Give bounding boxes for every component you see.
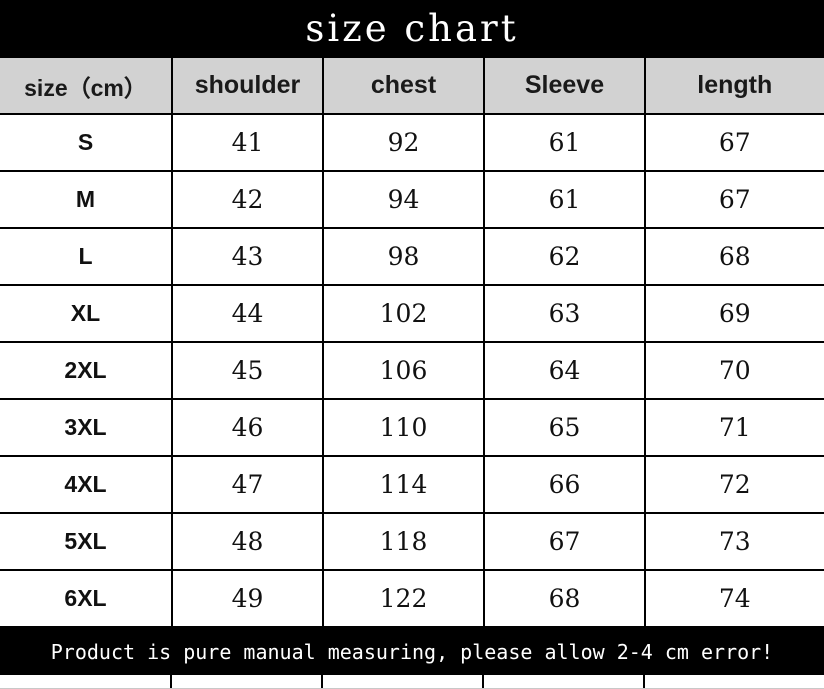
cell-size: 3XL: [0, 399, 173, 457]
cell-size: 6XL: [0, 570, 173, 628]
table-row: XL 44 102 63 69: [0, 285, 824, 343]
table-row: S 41 92 61 67: [0, 114, 824, 172]
table-row: M 42 94 61 67: [0, 171, 824, 229]
size-chart-image: size chart size（cm） shoulder chest Sleev…: [0, 0, 824, 689]
cell-shoulder: 49: [172, 570, 324, 628]
column-header-length: length: [645, 58, 824, 115]
cell-shoulder: 48: [172, 513, 324, 571]
table-row: 3XL 46 110 65 71: [0, 399, 824, 457]
cell-length: 73: [645, 513, 824, 571]
grid-divider: [482, 675, 484, 688]
cell-length: 70: [645, 342, 824, 400]
cell-size: M: [0, 171, 173, 229]
cell-shoulder: 42: [172, 171, 324, 229]
table-body: S 41 92 61 67 M 42 94 61 67 L 43 98 62 6…: [0, 114, 824, 628]
cell-length: 72: [645, 456, 824, 514]
grid-divider: [170, 675, 172, 688]
footer-note-band: Product is pure manual measuring, please…: [0, 628, 824, 675]
column-header-chest: chest: [323, 58, 485, 115]
size-chart-table: size（cm） shoulder chest Sleeve length S …: [0, 58, 824, 628]
cell-sleeve: 66: [484, 456, 646, 514]
cell-shoulder: 41: [172, 114, 324, 172]
cell-chest: 118: [323, 513, 485, 571]
cell-shoulder: 47: [172, 456, 324, 514]
cell-sleeve: 64: [484, 342, 646, 400]
cell-size: 2XL: [0, 342, 173, 400]
grid-divider: [321, 675, 323, 688]
page-title: size chart: [305, 7, 519, 50]
cell-shoulder: 46: [172, 399, 324, 457]
cell-size: XL: [0, 285, 173, 343]
cell-shoulder: 44: [172, 285, 324, 343]
cell-chest: 102: [323, 285, 485, 343]
cell-chest: 94: [323, 171, 485, 229]
cell-sleeve: 67: [484, 513, 646, 571]
cell-length: 68: [645, 228, 824, 286]
cell-length: 74: [645, 570, 824, 628]
table-header: size（cm） shoulder chest Sleeve length: [0, 58, 824, 115]
cell-length: 69: [645, 285, 824, 343]
cell-sleeve: 61: [484, 114, 646, 172]
cell-size: 5XL: [0, 513, 173, 571]
cell-chest: 92: [323, 114, 485, 172]
footer-note: Product is pure manual measuring, please…: [50, 639, 774, 664]
cell-sleeve: 68: [484, 570, 646, 628]
cell-chest: 122: [323, 570, 485, 628]
column-header-size: size（cm）: [0, 58, 173, 115]
table-row: 2XL 45 106 64 70: [0, 342, 824, 400]
title-band: size chart: [0, 0, 824, 58]
cell-length: 67: [645, 114, 824, 172]
cell-sleeve: 62: [484, 228, 646, 286]
cell-sleeve: 61: [484, 171, 646, 229]
cell-size: 4XL: [0, 456, 173, 514]
cell-chest: 110: [323, 399, 485, 457]
cell-shoulder: 43: [172, 228, 324, 286]
cell-chest: 98: [323, 228, 485, 286]
cell-chest: 114: [323, 456, 485, 514]
cutoff-row-strip: [0, 675, 824, 689]
cell-shoulder: 45: [172, 342, 324, 400]
column-header-sleeve: Sleeve: [484, 58, 646, 115]
cell-size: L: [0, 228, 173, 286]
cell-chest: 106: [323, 342, 485, 400]
table-row: 6XL 49 122 68 74: [0, 570, 824, 628]
table-row: 5XL 48 118 67 73: [0, 513, 824, 571]
column-header-shoulder: shoulder: [172, 58, 324, 115]
cell-size: S: [0, 114, 173, 172]
table-row: 4XL 47 114 66 72: [0, 456, 824, 514]
grid-divider: [643, 675, 645, 688]
table-header-row: size（cm） shoulder chest Sleeve length: [0, 58, 824, 115]
table-row: L 43 98 62 68: [0, 228, 824, 286]
cell-length: 71: [645, 399, 824, 457]
cell-length: 67: [645, 171, 824, 229]
cell-sleeve: 65: [484, 399, 646, 457]
cell-sleeve: 63: [484, 285, 646, 343]
